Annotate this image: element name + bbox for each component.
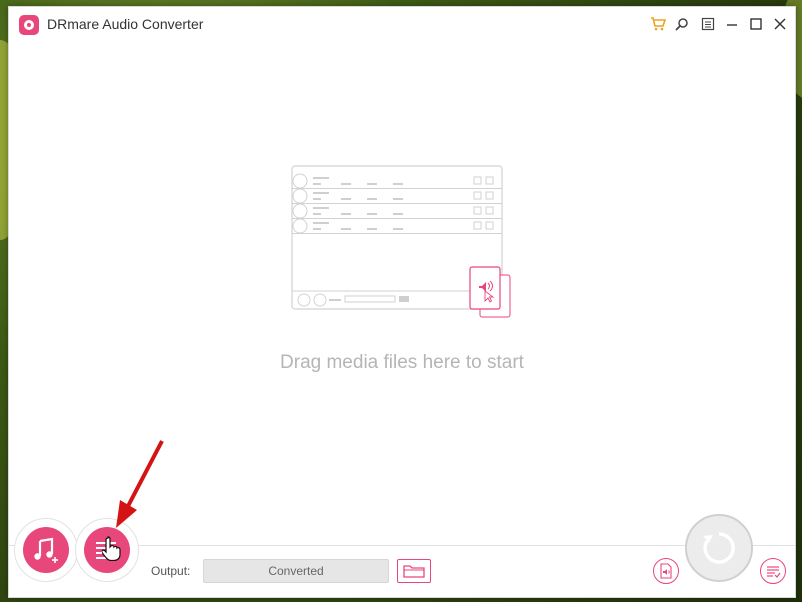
maximize-icon[interactable] <box>745 13 767 35</box>
app-window: DRmare Audio Converter Drag media files … <box>8 6 796 598</box>
close-icon[interactable] <box>769 13 791 35</box>
search-icon[interactable] <box>671 13 693 35</box>
audio-file-icon <box>660 563 672 579</box>
empty-state-illustration <box>291 165 511 318</box>
history-list-button[interactable] <box>760 558 786 584</box>
browse-folder-button[interactable] <box>397 559 431 583</box>
output-label: Output: <box>151 564 191 578</box>
add-music-wrapper <box>14 518 78 582</box>
hand-cursor-icon <box>102 536 121 561</box>
music-add-icon <box>34 537 58 563</box>
folder-icon <box>403 565 425 578</box>
minimize-icon[interactable] <box>721 13 743 35</box>
output-folder-field[interactable]: Converted <box>203 559 389 583</box>
convert-icon <box>703 532 735 564</box>
window-title: DRmare Audio Converter <box>47 16 204 32</box>
cart-icon[interactable] <box>647 13 669 35</box>
app-logo-icon <box>19 15 39 35</box>
menu-icon[interactable] <box>697 13 719 35</box>
convert-button[interactable] <box>685 514 753 582</box>
list-history-icon <box>767 566 781 578</box>
format-settings-button[interactable] <box>653 558 679 584</box>
add-music-button[interactable] <box>23 527 69 573</box>
title-bar: DRmare Audio Converter <box>9 7 795 41</box>
drag-media-hint: Drag media files here to start <box>280 352 524 373</box>
